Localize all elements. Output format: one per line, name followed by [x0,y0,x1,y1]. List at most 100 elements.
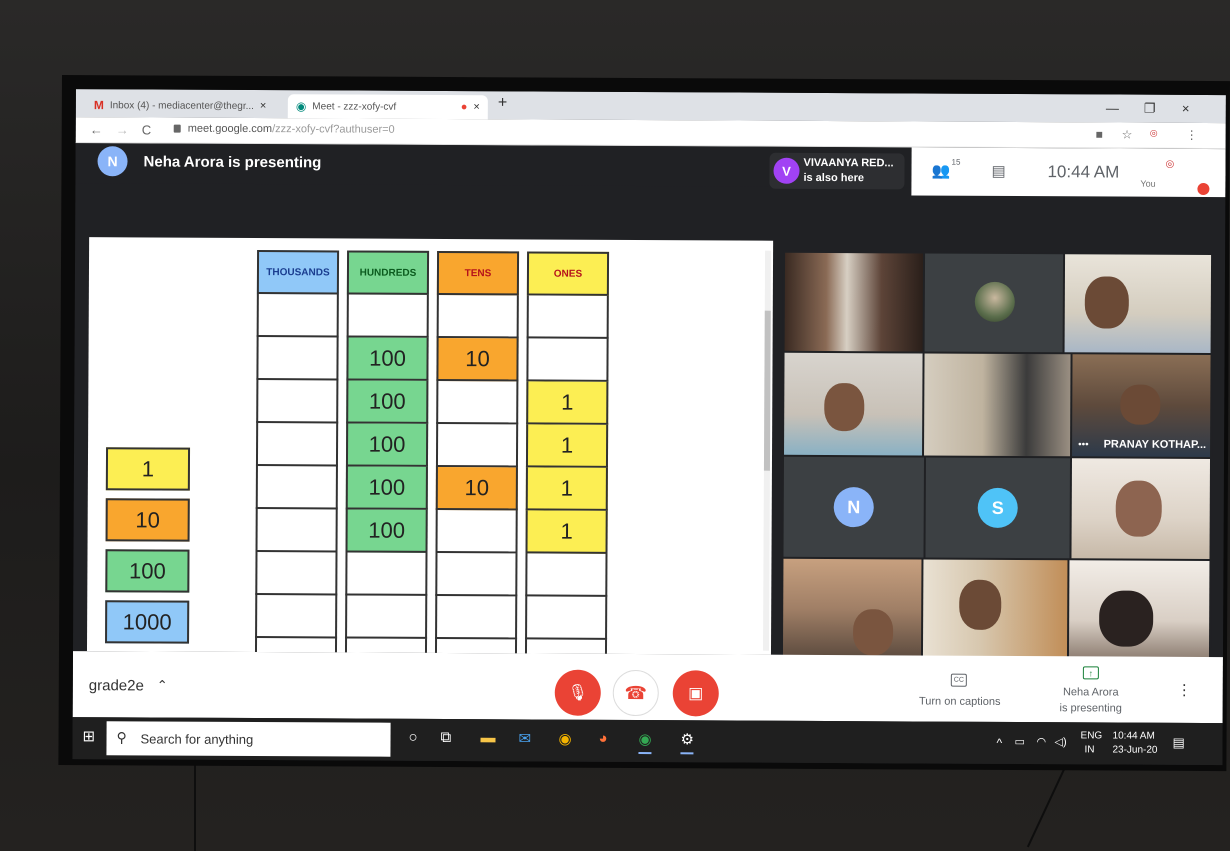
presenting-label-2[interactable]: is presenting [1041,702,1141,715]
participant-video[interactable] [922,559,1068,661]
face [852,609,894,656]
close-window-icon[interactable]: × [1182,101,1190,116]
participant-tile-n[interactable]: N [783,456,925,558]
place-value-cell: 1 [525,424,609,468]
settings-gear-icon[interactable]: ⚙ [680,730,695,755]
language-code[interactable]: ENG [1081,730,1103,741]
cortana-icon[interactable]: ○ [408,729,417,746]
meeting-name[interactable]: grade2e [89,677,144,694]
notification-icon[interactable]: ▤ [1172,735,1184,751]
presenter-avatar: N [97,146,128,177]
meeting-clock: 10:44 AM [1047,162,1120,182]
place-value-cell [256,380,339,424]
place-value-cell [435,423,519,468]
participant-video[interactable] [1071,458,1211,560]
column-header: HUNDREDS [346,250,430,295]
face [1115,480,1162,537]
more-options-icon[interactable]: ••• [1078,439,1089,450]
task-view-icon[interactable]: ⧉ [440,729,451,746]
column-thousands: THOUSANDS [254,250,340,655]
place-value-cell [435,595,518,640]
column-header: ONES [526,251,610,296]
participants-count: 15 [951,157,961,167]
mail-icon[interactable]: ✉ [518,729,531,747]
captions-icon[interactable]: CC [950,673,967,687]
place-value-cell [435,552,518,597]
close-tab-icon[interactable]: × [260,100,267,112]
place-value-cell: 100 [345,423,429,467]
top-right-panel: 👥 15 ▤ 10:44 AM You ◎ [911,147,1226,198]
participant-video[interactable] [784,352,923,456]
tab-label: Meet - zzz-xofy-cvf [312,100,397,113]
video-grid: PRANAY KOTHAP... ••• N S [780,250,1214,664]
taskbar-search[interactable]: ⚲ Search for anything [106,721,391,757]
also-here-notice: V VIVAANYA RED... is also here [769,152,905,190]
chrome-icon[interactable]: ◉ [558,730,571,748]
url-field[interactable]: meet.google.com/zzz-xofy-cvf?authuser=0 [188,123,395,136]
self-view-logo: ◎ [1165,158,1175,170]
minimize-icon[interactable]: — [1106,100,1119,115]
column-tens: TENS 10 10 [434,250,520,655]
place-value-cell [436,380,519,425]
taskbar-time[interactable]: 10:44 AM [1113,731,1155,742]
participant-video-pranay[interactable]: PRANAY KOTHAP... ••• [1072,354,1211,458]
participant-video[interactable] [784,252,924,352]
tray-chevron-icon[interactable]: ^ [996,736,1002,750]
place-value-cell [525,553,608,597]
place-value-cell: 1 [526,381,609,425]
hang-up-icon: ☎ [624,682,648,703]
windows-start-icon[interactable]: ⊞ [82,727,95,745]
slide-scrollbar[interactable] [762,250,772,651]
camera-off-button[interactable]: ▣ [672,670,719,717]
present-icon[interactable]: ↑ [1082,666,1099,680]
firefox-icon[interactable]: ◕ [598,730,607,747]
tab-gmail[interactable]: M Inbox (4) - mediacenter@thegr... × [86,93,286,118]
participant-video[interactable] [1068,560,1210,662]
new-tab-button[interactable]: + [498,94,507,112]
place-value-table: THOUSANDS HUNDREDS 100 100 100 100 100 TENS 10 10… [89,237,773,655]
close-tab-icon[interactable]: × [473,101,480,113]
participant-tile-s[interactable]: S [925,457,1071,559]
star-icon[interactable]: ☆ [1122,128,1133,142]
tab-meet[interactable]: ◉ Meet - zzz-xofy-cvf ● × [287,94,488,120]
file-explorer-icon[interactable]: ▬ [480,729,495,746]
back-icon[interactable]: ← [90,122,103,137]
battery-icon[interactable]: ▭ [1014,735,1024,748]
mic-off-badge-icon [1197,182,1210,196]
restore-icon[interactable]: ❐ [1144,101,1156,117]
camera-icon[interactable]: ■ [1096,127,1103,141]
participant-name: PRANAY KOTHAP... [1103,438,1207,451]
chrome-active-icon[interactable]: ◉ [638,730,652,755]
place-value-cell: 10 [436,337,519,382]
presenting-label-1[interactable]: Neha Arora [1041,686,1141,699]
place-value-cell [526,295,609,339]
mic-off-button[interactable]: 🎙 [554,669,601,716]
wifi-icon[interactable]: ◠ [1036,735,1046,748]
captions-label[interactable]: Turn on captions [913,695,1007,707]
search-placeholder: Search for anything [140,730,254,747]
participant-video[interactable] [924,353,1071,457]
taskbar-date[interactable]: 23-Jun-20 [1112,745,1157,756]
place-value-cell [525,596,608,640]
volume-icon[interactable]: ◁) [1054,735,1066,748]
participant-video[interactable] [1064,254,1212,354]
more-options-icon[interactable]: ⋮ [1177,681,1192,699]
leave-call-button[interactable]: ☎ [612,669,659,717]
chat-icon[interactable]: ▤ [991,162,1005,180]
participant-video[interactable] [924,253,1064,353]
column-hundreds: HUNDREDS 100 100 100 100 100 [344,250,430,655]
reload-icon[interactable]: C [142,122,151,137]
language-region[interactable]: IN [1084,744,1094,755]
place-value-cell: 100 [345,509,428,553]
people-icon[interactable]: 👥 [931,162,950,180]
menu-dots-icon[interactable]: ⋮ [1186,128,1198,142]
forward-icon[interactable]: → [116,122,129,137]
place-value-cell: 1 [525,510,608,554]
column-header: THOUSANDS [256,250,340,295]
participant-video[interactable] [782,558,922,660]
place-value-cell: 10 [435,466,518,511]
extension-icon[interactable]: ◎ [1150,128,1158,139]
column-ones: ONES 1 1 1 1 [524,251,610,655]
url-path: /zzz-xofy-cvf?authuser=0 [272,123,395,136]
chevron-up-icon[interactable]: ⌃ [157,678,168,694]
